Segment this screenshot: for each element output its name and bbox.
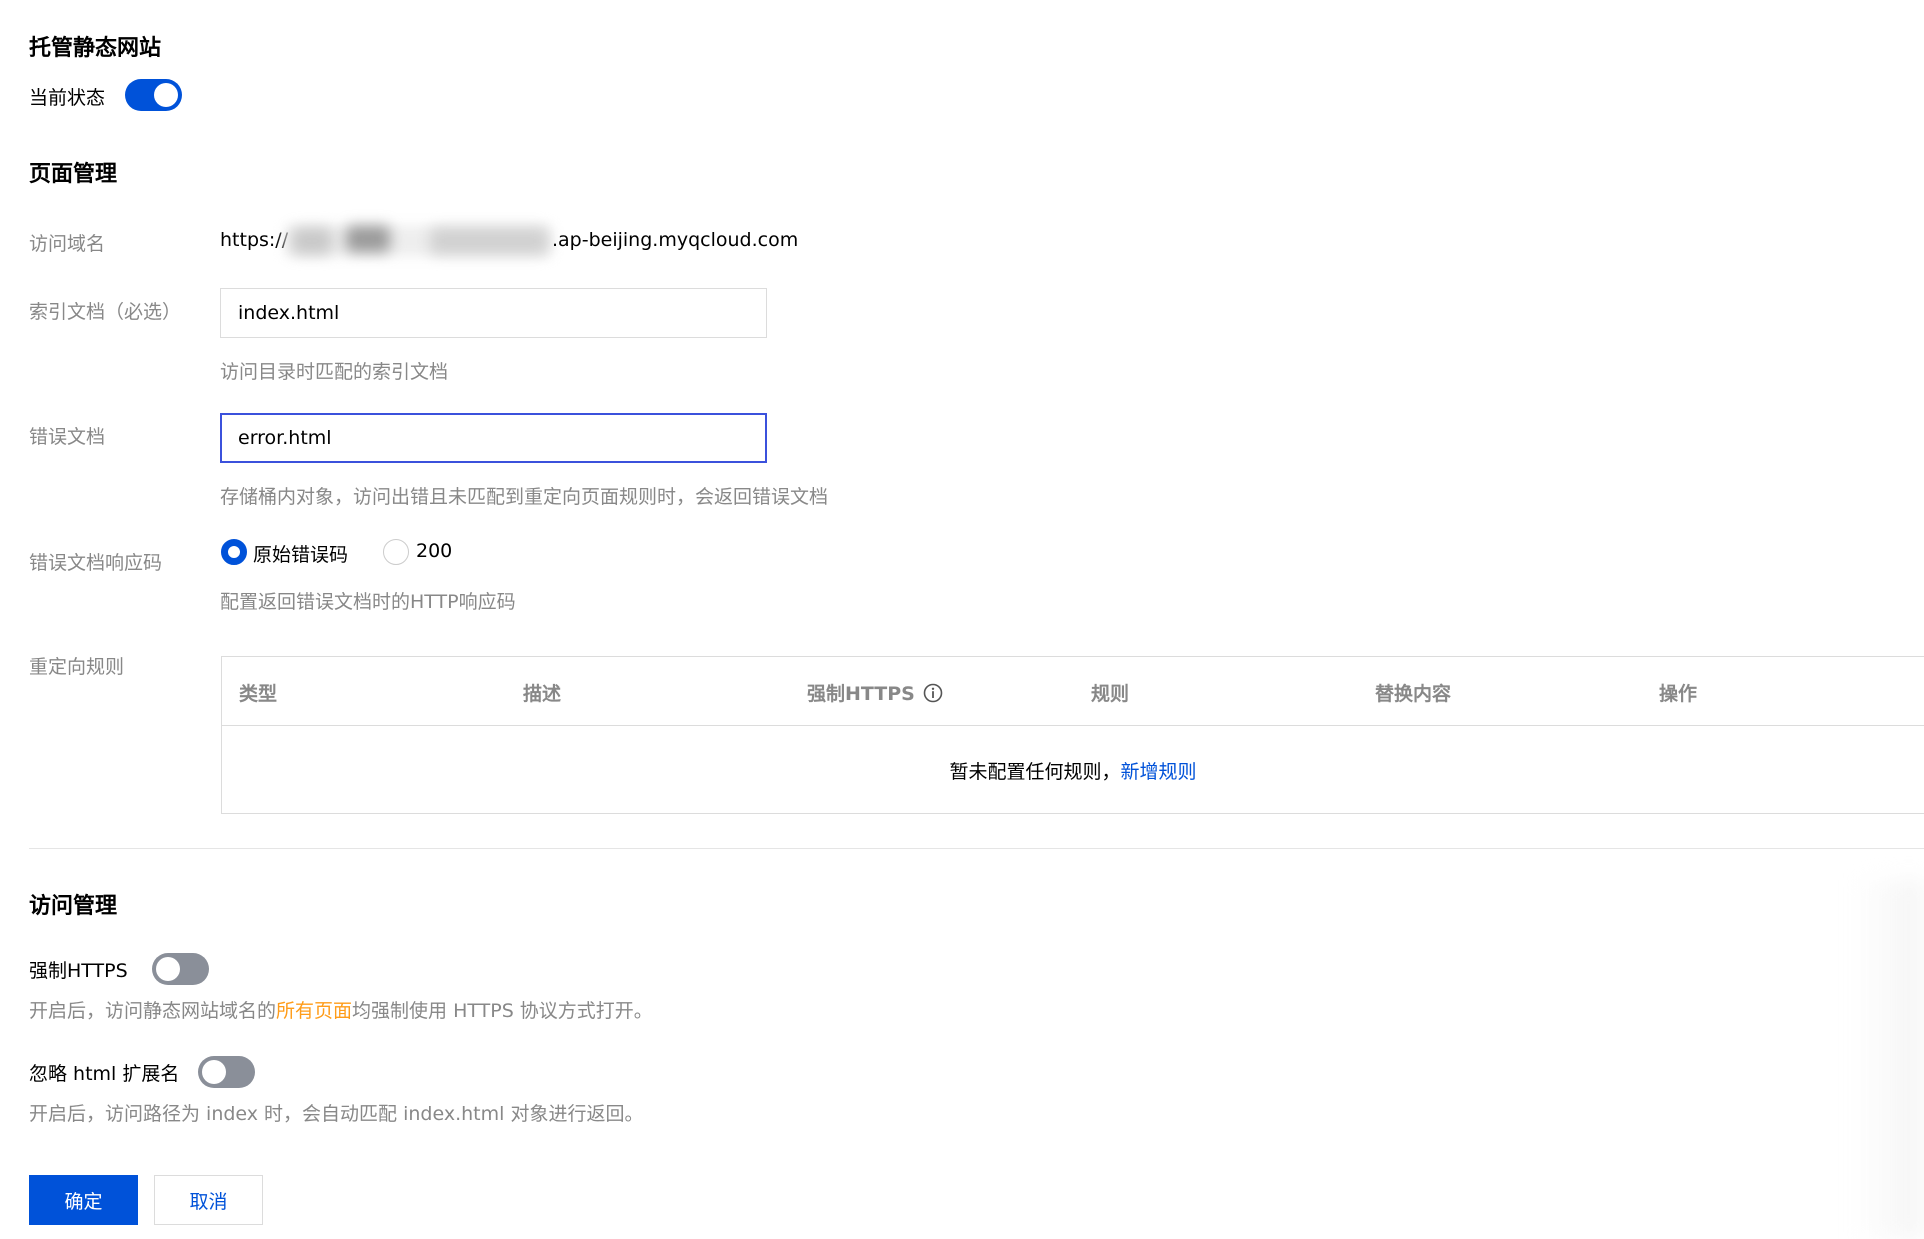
- hosting-title: 托管静态网站: [29, 36, 162, 61]
- col-replacement: 替换内容: [1375, 683, 1452, 705]
- force-https-hint-after: 均强制使用 HTTPS 协议方式打开。: [352, 1000, 653, 1022]
- index-doc-hint: 访问目录时匹配的索引文档: [220, 361, 449, 383]
- col-force-https-label: 强制HTTPS: [807, 683, 915, 705]
- ignore-ext-toggle[interactable]: [198, 1056, 255, 1088]
- force-https-hint-before: 开启后，访问静态网站域名的: [29, 1000, 277, 1022]
- radio-original-code-label[interactable]: 原始错误码: [253, 540, 348, 567]
- index-doc-label: 索引文档（必选）: [29, 301, 182, 323]
- redirect-label: 重定向规则: [29, 656, 125, 678]
- radio-200[interactable]: [383, 539, 409, 565]
- col-rule: 规则: [1091, 683, 1130, 705]
- page-management-title: 页面管理: [29, 162, 118, 187]
- empty-text: 暂未配置任何规则，: [949, 760, 1121, 783]
- toggle-knob: [156, 957, 180, 981]
- col-actions: 操作: [1659, 683, 1698, 705]
- domain-label: 访问域名: [29, 233, 106, 255]
- toggle-knob: [154, 83, 178, 107]
- radio-200-label[interactable]: 200: [416, 540, 452, 562]
- index-doc-input[interactable]: [220, 288, 767, 338]
- empty-state: 暂未配置任何规则， 新增规则: [222, 726, 1924, 814]
- error-doc-label: 错误文档: [29, 426, 106, 448]
- add-rule-link[interactable]: 新增规则: [1121, 757, 1197, 784]
- redirect-rules-table: 类型 描述 强制HTTPS 规则 替换内容 操作 暂未配置任何规则， 新增规则: [221, 656, 1924, 814]
- error-doc-hint: 存储桶内对象，访问出错且未匹配到重定向页面规则时，会返回错误文档: [220, 486, 829, 508]
- status-label: 当前状态: [29, 87, 106, 109]
- cancel-button[interactable]: 取消: [154, 1175, 263, 1225]
- edge-shadow: [1854, 880, 1924, 1239]
- col-type: 类型: [239, 683, 278, 705]
- radio-original-code[interactable]: [221, 539, 247, 565]
- force-https-label: 强制HTTPS: [29, 960, 128, 982]
- col-force-https: 强制HTTPS: [807, 679, 943, 706]
- access-management-title: 访问管理: [29, 894, 118, 919]
- status-toggle[interactable]: [125, 79, 182, 111]
- error-code-hint: 配置返回错误文档时的HTTP响应码: [220, 591, 516, 613]
- ignore-ext-label: 忽略 html 扩展名: [29, 1063, 180, 1085]
- toggle-knob: [202, 1060, 226, 1084]
- error-code-label: 错误文档响应码: [29, 552, 163, 574]
- section-divider: [29, 848, 1924, 849]
- info-icon[interactable]: [923, 683, 943, 703]
- domain-prefix: https://: [220, 229, 289, 251]
- error-doc-input[interactable]: [220, 413, 767, 463]
- ignore-ext-hint: 开启后，访问路径为 index 时，会自动匹配 index.html 对象进行返…: [29, 1103, 644, 1125]
- confirm-button[interactable]: 确定: [29, 1175, 138, 1225]
- static-website-settings: 托管静态网站 当前状态 页面管理 访问域名 https:// .ap-beiji…: [0, 0, 1924, 1239]
- force-https-toggle[interactable]: [152, 953, 209, 985]
- force-https-hint-highlight: 所有页面: [276, 1000, 353, 1022]
- force-https-hint: 开启后，访问静态网站域名的所有页面均强制使用 HTTPS 协议方式打开。: [29, 996, 653, 1023]
- col-description: 描述: [523, 683, 562, 705]
- domain-suffix: .ap-beijing.myqcloud.com: [552, 229, 799, 251]
- table-header: 类型 描述 强制HTTPS 规则 替换内容 操作: [222, 657, 1924, 726]
